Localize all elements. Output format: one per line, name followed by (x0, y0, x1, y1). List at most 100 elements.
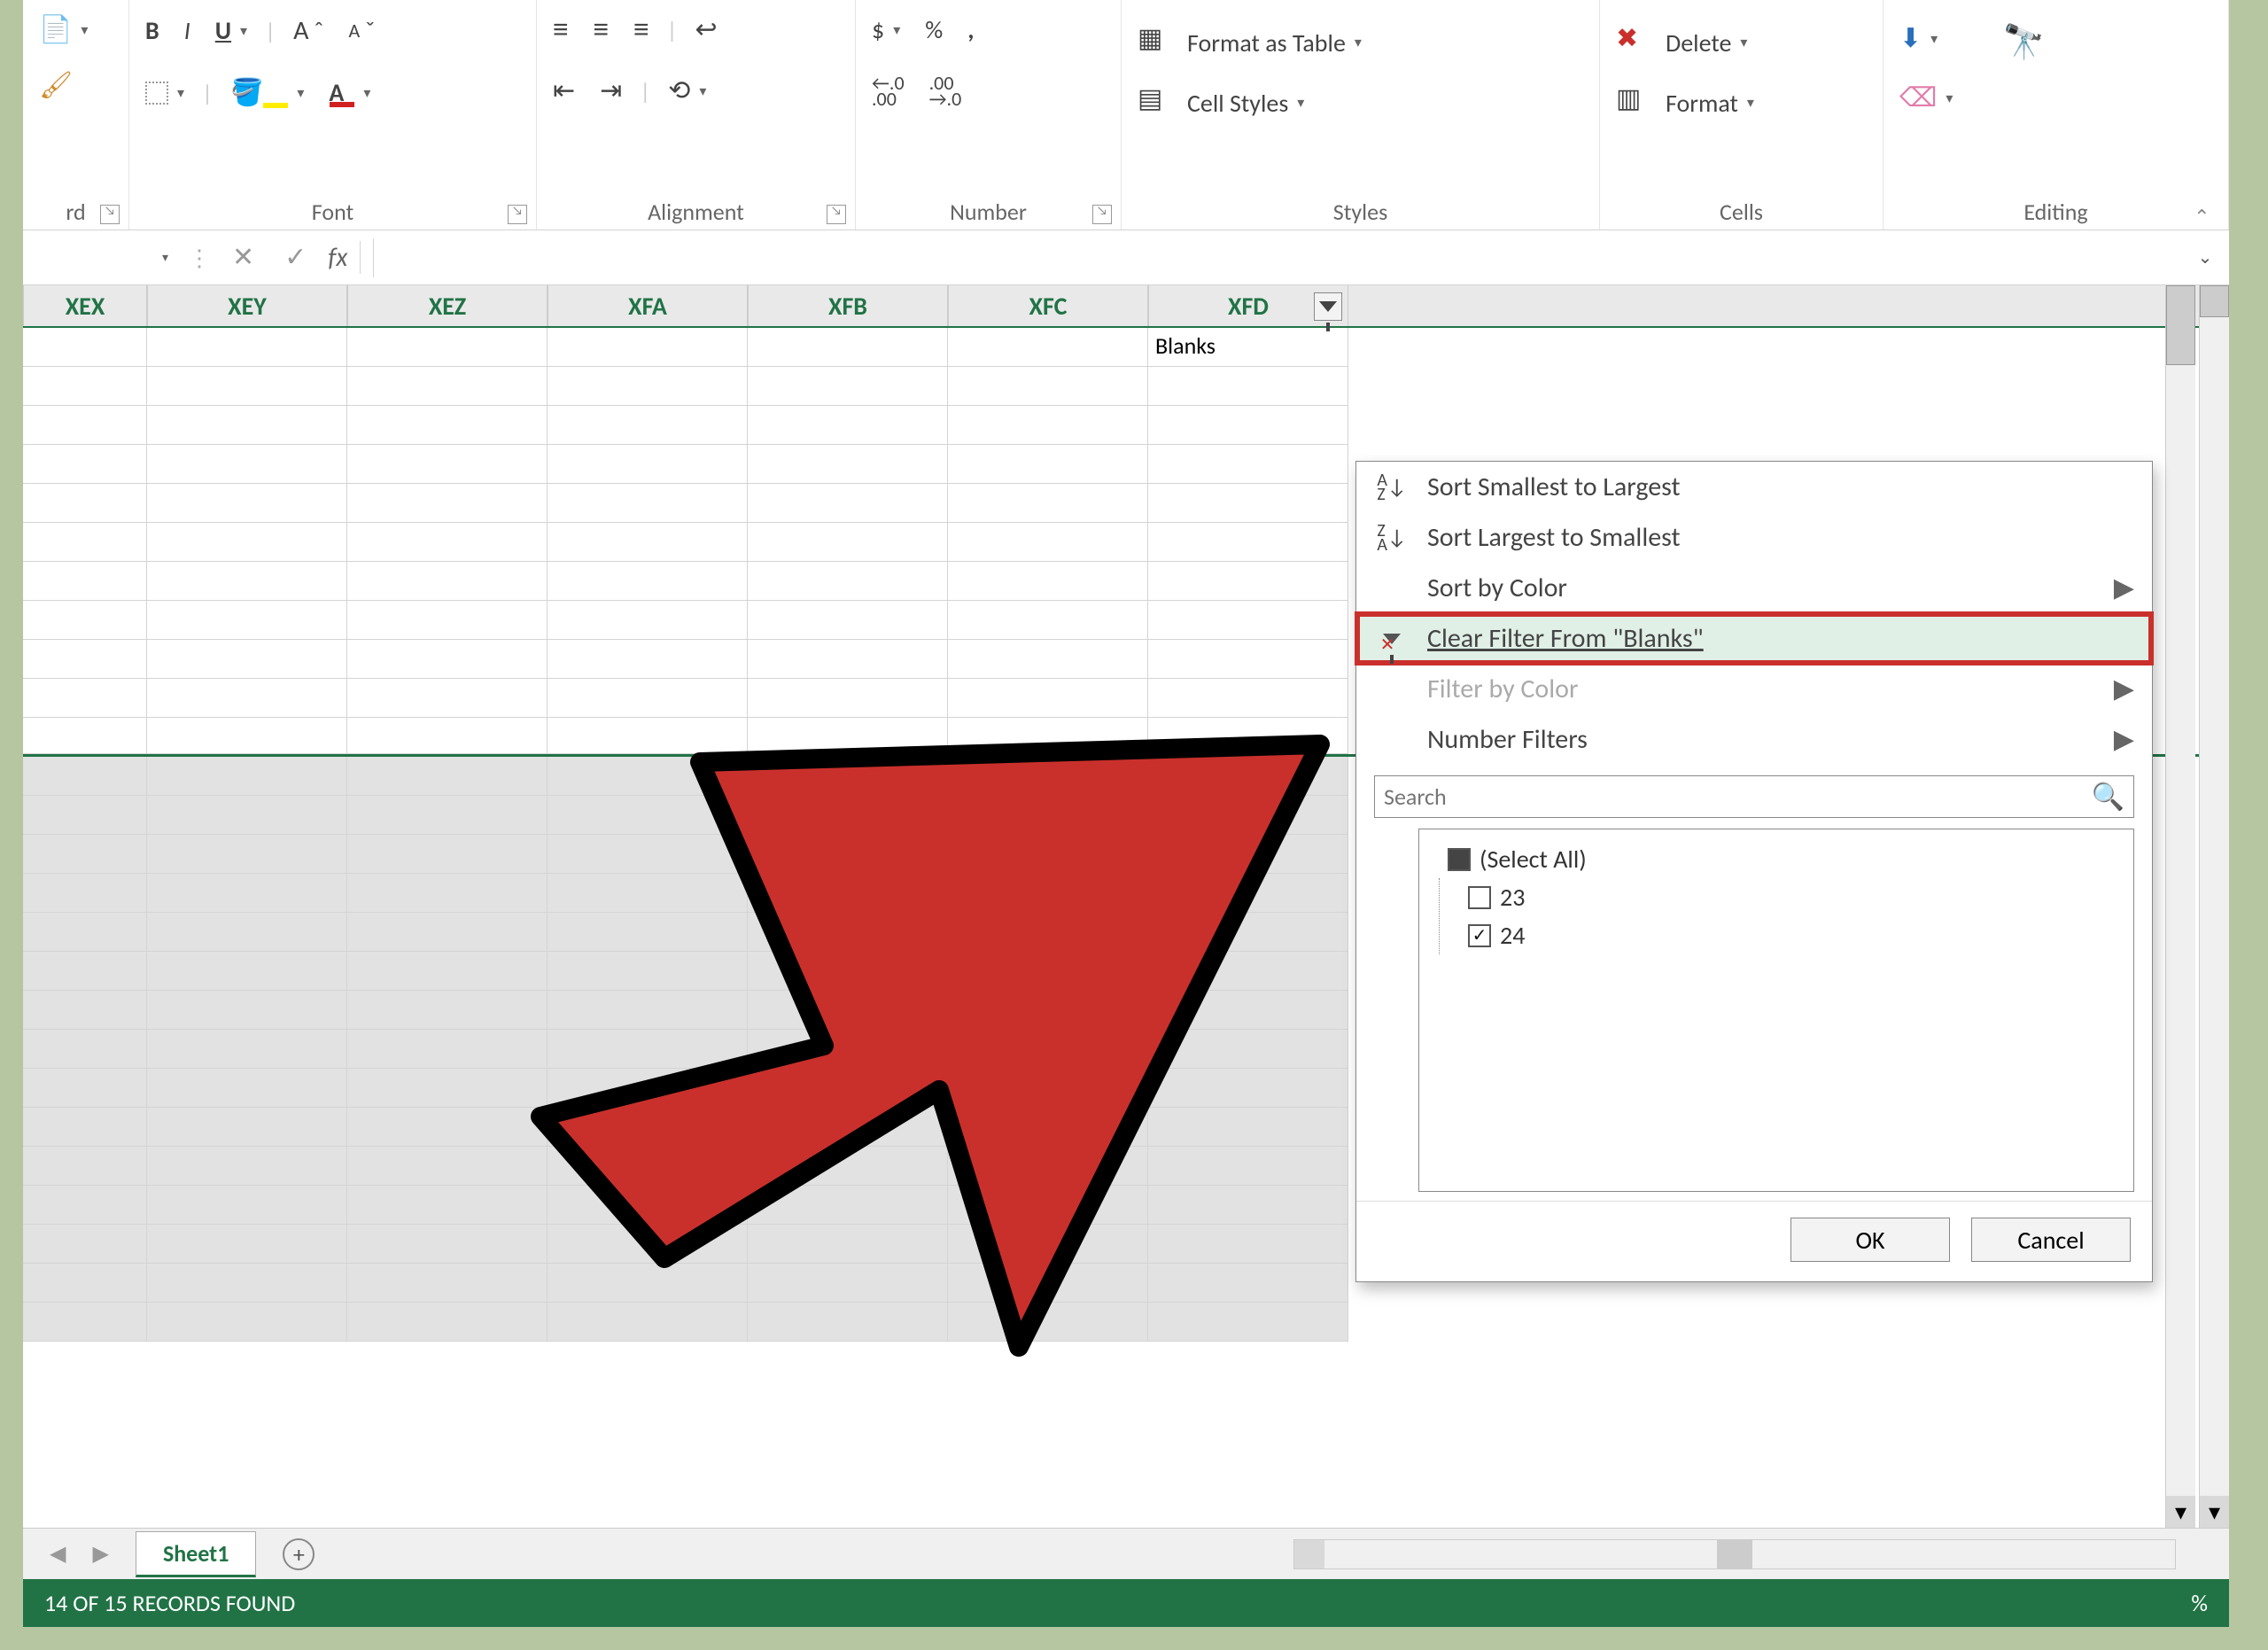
font-color-button[interactable]: A▾ (322, 72, 377, 113)
comma-button[interactable]: , (960, 9, 981, 51)
column-header[interactable]: XFD (1148, 285, 1348, 326)
align-bottom-button[interactable]: ≡ (626, 10, 656, 51)
increase-font-button[interactable]: Aˆ (286, 9, 330, 52)
increase-indent-button[interactable]: ⇥ (593, 70, 629, 112)
filter-popup-buttons: OK Cancel (1356, 1201, 2152, 1281)
ribbon-group-label: rd↘ (32, 192, 120, 230)
horizontal-scrollbar[interactable] (1293, 1539, 2176, 1569)
percent-button[interactable]: % (918, 9, 950, 51)
ribbon-group-label: Editing (2023, 198, 2087, 226)
sort-descending-item[interactable]: ZA↓ Sort Largest to Smallest (1356, 512, 2152, 563)
ribbon-group-label: Font (312, 198, 353, 226)
status-text: 14 OF 15 RECORDS FOUND (44, 1589, 295, 1617)
ribbon-group-cells: ✖Delete▾ ▥Format▾ Cells (1600, 0, 1884, 230)
filter-search-input[interactable] (1384, 782, 2092, 811)
column-headers[interactable]: XEX XEY XEZ XFA XFB XFC XFD (23, 285, 2229, 328)
clear-button[interactable]: ⌫▾ (1892, 77, 1960, 119)
wrap-text-button[interactable]: ↩ (688, 9, 725, 51)
filter-dropdown-popup: AZ↓ Sort Smallest to Largest ZA↓ Sort La… (1355, 461, 2153, 1282)
ribbon-group-font: B I U▾ | Aˆ Aˇ ▾ | 🪣▾ A▾ Font↘ (129, 0, 537, 230)
cell-styles-button[interactable]: ▤Cell Styles▾ (1130, 78, 1311, 128)
decrease-indent-button[interactable]: ⇤ (546, 70, 582, 112)
sort-asc-icon: AZ↓ (1374, 472, 1410, 502)
submenu-arrow-icon: ▶ (2114, 673, 2134, 705)
align-top-button[interactable]: ≡ (546, 10, 576, 51)
fx-icon[interactable]: fx (328, 241, 361, 274)
vertical-scrollbar-outer[interactable]: ▾ (2199, 285, 2229, 1528)
currency-button[interactable]: $▾ (865, 9, 907, 51)
italic-button[interactable]: I (177, 10, 198, 51)
collapse-ribbon-icon[interactable]: ⌄ (2194, 204, 2210, 228)
filter-search-box[interactable]: 🔍 (1374, 775, 2134, 818)
vertical-scrollbar[interactable]: ▾ (2165, 285, 2195, 1528)
new-sheet-button[interactable]: + (283, 1538, 315, 1570)
ribbon-group-editing: ⬇▾ ⌫▾ 🔭 Editing (1884, 0, 2229, 230)
decrease-font-button[interactable]: Aˇ (341, 10, 382, 51)
search-icon: 🔍 (2092, 782, 2124, 813)
align-middle-button[interactable]: ≡ (586, 10, 617, 51)
column-header[interactable]: XFA (548, 285, 748, 326)
column-header[interactable]: XEY (147, 285, 347, 326)
sheet-nav-prev-icon[interactable]: ◀ (50, 1541, 66, 1567)
ribbon-launcher-icon[interactable]: ↘ (827, 205, 846, 224)
clear-filter-item[interactable]: ✕ Clear Filter From "Blanks" (1356, 613, 2152, 664)
zoom-percent[interactable]: % (2191, 1589, 2208, 1617)
paste-button[interactable]: 📄▾ (32, 9, 95, 51)
sort-ascending-item[interactable]: AZ↓ Sort Smallest to Largest (1356, 462, 2152, 512)
expand-formula-bar-icon[interactable]: ⌄ (2192, 246, 2218, 269)
delete-button[interactable]: ✖Delete▾ (1609, 18, 1754, 67)
ribbon-group-label: Number (950, 198, 1027, 226)
ribbon: 📄▾ 🖌 rd↘ B I U▾ | Aˆ Aˇ ▾ | 🪣▾ (23, 0, 2229, 230)
sheet-tab[interactable]: Sheet1 (136, 1531, 256, 1577)
submenu-arrow-icon: ▶ (2114, 572, 2134, 604)
filter-by-color-item: Filter by Color ▶ (1356, 664, 2152, 714)
ribbon-launcher-icon[interactable]: ↘ (100, 205, 120, 224)
underline-button[interactable]: U▾ (208, 10, 254, 51)
ribbon-group-label: Cells (1720, 198, 1763, 226)
formula-bar: ▾ ⋮ ✕ ✓ fx ⌄ (23, 230, 2229, 285)
fill-button[interactable]: ⬇▾ (1892, 18, 1960, 59)
fill-color-button[interactable]: 🪣▾ (223, 72, 311, 113)
ribbon-group-label: Styles (1333, 198, 1388, 226)
formula-input[interactable] (373, 238, 2179, 277)
checkbox[interactable] (1468, 886, 1491, 909)
cancel-formula-button[interactable]: ✕ (223, 241, 263, 274)
sheet-tab-bar: ◀ ▶ Sheet1 + (23, 1528, 2229, 1579)
ribbon-group-clipboard: 📄▾ 🖌 rd↘ (23, 0, 129, 230)
tristate-checkbox[interactable] (1448, 848, 1471, 871)
filter-value-item[interactable]: 24 (1450, 916, 2123, 954)
ribbon-group-styles: ▦Format as Table▾ ▤Cell Styles▾ Styles (1122, 0, 1600, 230)
column-header[interactable]: XEZ (347, 285, 548, 326)
sort-by-color-item[interactable]: Sort by Color ▶ (1356, 563, 2152, 613)
name-box[interactable]: ▾ (34, 238, 175, 277)
bold-button[interactable]: B (138, 10, 167, 51)
clear-filter-icon: ✕ (1374, 624, 1410, 654)
cancel-button[interactable]: Cancel (1971, 1218, 2131, 1262)
cell-active-label[interactable]: Blanks (1148, 328, 1348, 367)
sort-desc-icon: ZA↓ (1374, 523, 1410, 553)
enter-formula-button[interactable]: ✓ (276, 241, 315, 274)
column-header[interactable]: XFB (748, 285, 948, 326)
number-filters-item[interactable]: Number Filters ▶ (1356, 714, 2152, 765)
decrease-decimal-button[interactable]: .00→.0 (922, 70, 969, 113)
checkbox[interactable] (1468, 924, 1491, 947)
select-all-node[interactable]: (Select All) (1430, 840, 2123, 878)
ribbon-launcher-icon[interactable]: ↘ (508, 205, 527, 224)
filter-values-tree[interactable]: (Select All) 23 24 (1418, 829, 2134, 1192)
find-select-button[interactable]: 🔭 (1995, 18, 2051, 67)
format-painter-button[interactable]: 🖌 (32, 65, 80, 106)
format-as-table-button[interactable]: ▦Format as Table▾ (1130, 18, 1369, 67)
ribbon-launcher-icon[interactable]: ↘ (1092, 205, 1112, 224)
format-button[interactable]: ▥Format▾ (1609, 78, 1761, 128)
borders-button[interactable]: ▾ (138, 76, 191, 110)
filter-value-item[interactable]: 23 (1450, 878, 2123, 916)
ribbon-group-label: Alignment (648, 198, 744, 226)
filter-dropdown-icon[interactable] (1314, 292, 1342, 321)
column-header[interactable]: XEX (23, 285, 147, 326)
increase-decimal-button[interactable]: ←.0.00 (865, 70, 912, 113)
sheet-nav-next-icon[interactable]: ▶ (92, 1541, 108, 1567)
status-bar: 14 OF 15 RECORDS FOUND % (23, 1579, 2229, 1627)
orientation-button[interactable]: ⟲▾ (661, 70, 713, 112)
ok-button[interactable]: OK (1790, 1218, 1950, 1262)
column-header[interactable]: XFC (948, 285, 1148, 326)
